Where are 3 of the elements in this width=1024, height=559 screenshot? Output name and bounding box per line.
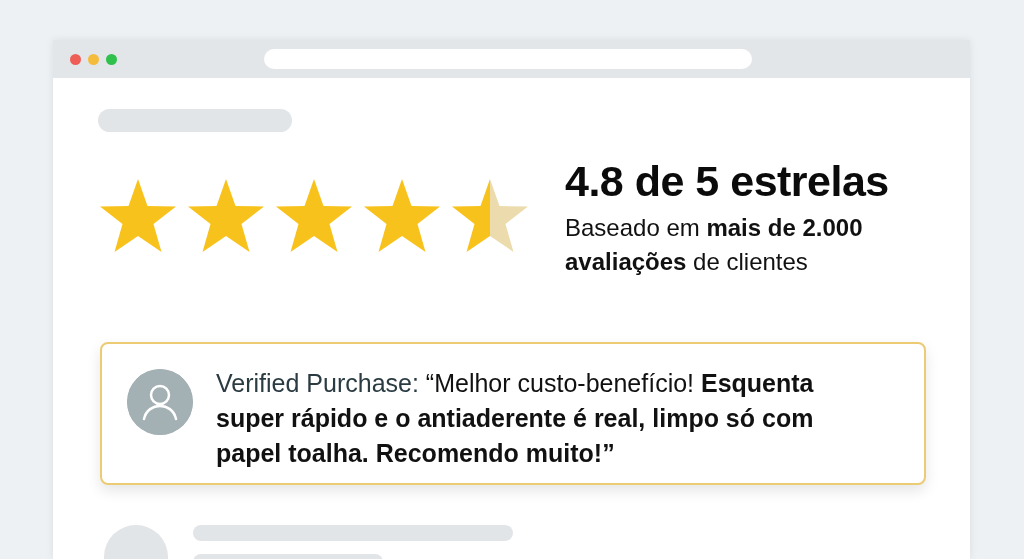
review-text: Verified Purchase: “Melhor custo-benefício! Esquenta super rápido e o antiaderente é real, limpo só com papel toalha. Recomendo muito!”: [216, 368, 815, 470]
rating-title: 4.8 de 5 estrelas: [565, 158, 890, 206]
rating-summary: Baseado em mais de 2.000 avaliações de clientes: [565, 213, 864, 278]
